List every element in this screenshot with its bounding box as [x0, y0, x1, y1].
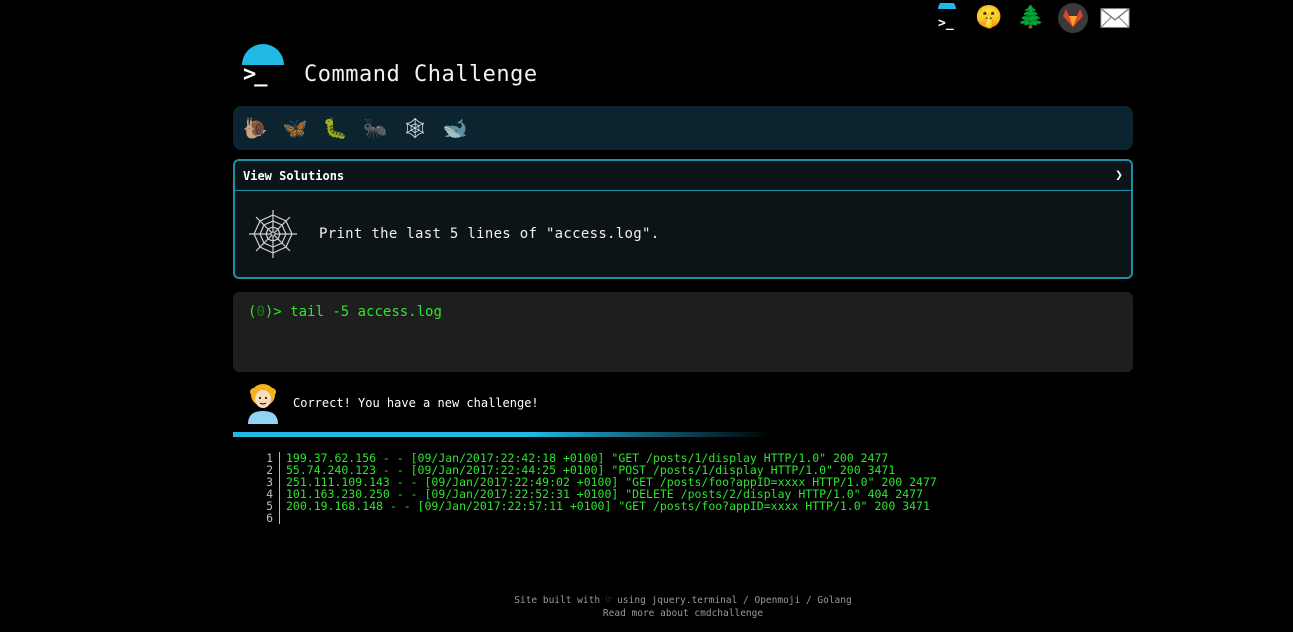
caterpillar-icon[interactable]: 🐛	[321, 114, 349, 142]
progress-bar	[233, 432, 773, 437]
page-title: Command Challenge	[304, 61, 538, 87]
terminal-logo-icon[interactable]: >_	[932, 3, 962, 33]
view-solutions-label: View Solutions	[243, 168, 345, 183]
whale-icon[interactable]: 🐋	[441, 114, 469, 142]
result-text: Correct! You have a new challenge!	[293, 396, 539, 410]
output-line: 5 200.19.168.148 - - [09/Jan/2017:22:57:…	[260, 500, 937, 512]
butterfly-icon[interactable]: 🦋	[281, 114, 309, 142]
challenge-body: Print the last 5 lines of "access.log".	[235, 191, 1131, 277]
tree-icon[interactable]: 🌲	[1016, 3, 1046, 33]
logo-prompt: >_	[243, 62, 267, 87]
snail-icon[interactable]: 🐌	[241, 114, 269, 142]
chevron-right-icon: ❯	[1115, 168, 1123, 183]
svg-text:>_: >_	[938, 16, 954, 31]
ant-icon[interactable]: 🐜	[361, 114, 389, 142]
line-text: 200.19.168.148 - - [09/Jan/2017:22:57:11…	[286, 499, 930, 513]
command-output: 1 199.37.62.156 - - [09/Jan/2017:22:42:1…	[260, 452, 937, 524]
command-text: tail -5 access.log	[290, 304, 442, 320]
footer-read-more-link[interactable]: Read more about cmdchallenge	[433, 607, 933, 620]
spider-web-icon	[249, 210, 297, 258]
challenge-panel: View Solutions ❯ Print the last 5 lines …	[233, 159, 1133, 279]
mail-icon[interactable]	[1100, 3, 1130, 33]
line-number: 6	[260, 512, 280, 524]
result-message: Correct! You have a new challenge!	[245, 380, 539, 426]
prompt-close: )>	[264, 304, 282, 320]
footer: Site built with ♡ using jquery.terminal …	[433, 594, 933, 620]
top-icon-bar: >_ 🤫 🌲	[932, 0, 1130, 36]
command-line: (0)> tail -5 access.log	[248, 304, 1118, 320]
exit-status: 0	[256, 304, 265, 320]
command-challenge-logo-icon[interactable]: >_	[240, 44, 286, 90]
page-header: >_ Command Challenge	[240, 44, 538, 90]
challenge-task-text: Print the last 5 lines of "access.log".	[319, 226, 660, 242]
output-line: 6	[260, 512, 937, 524]
level-icons-bar: 🐌 🦋 🐛 🐜 🕸 🐋	[233, 106, 1133, 150]
shush-face-icon[interactable]: 🤫	[974, 3, 1004, 33]
line-text	[280, 512, 286, 524]
footer-credits[interactable]: Site built with ♡ using jquery.terminal …	[433, 594, 933, 607]
view-solutions-toggle[interactable]: View Solutions ❯	[235, 161, 1131, 191]
spider-web-icon[interactable]: 🕸	[401, 114, 429, 142]
person-avatar-icon	[248, 384, 278, 424]
gitlab-icon[interactable]	[1058, 3, 1088, 33]
terminal-input-area[interactable]: (0)> tail -5 access.log	[233, 292, 1133, 372]
